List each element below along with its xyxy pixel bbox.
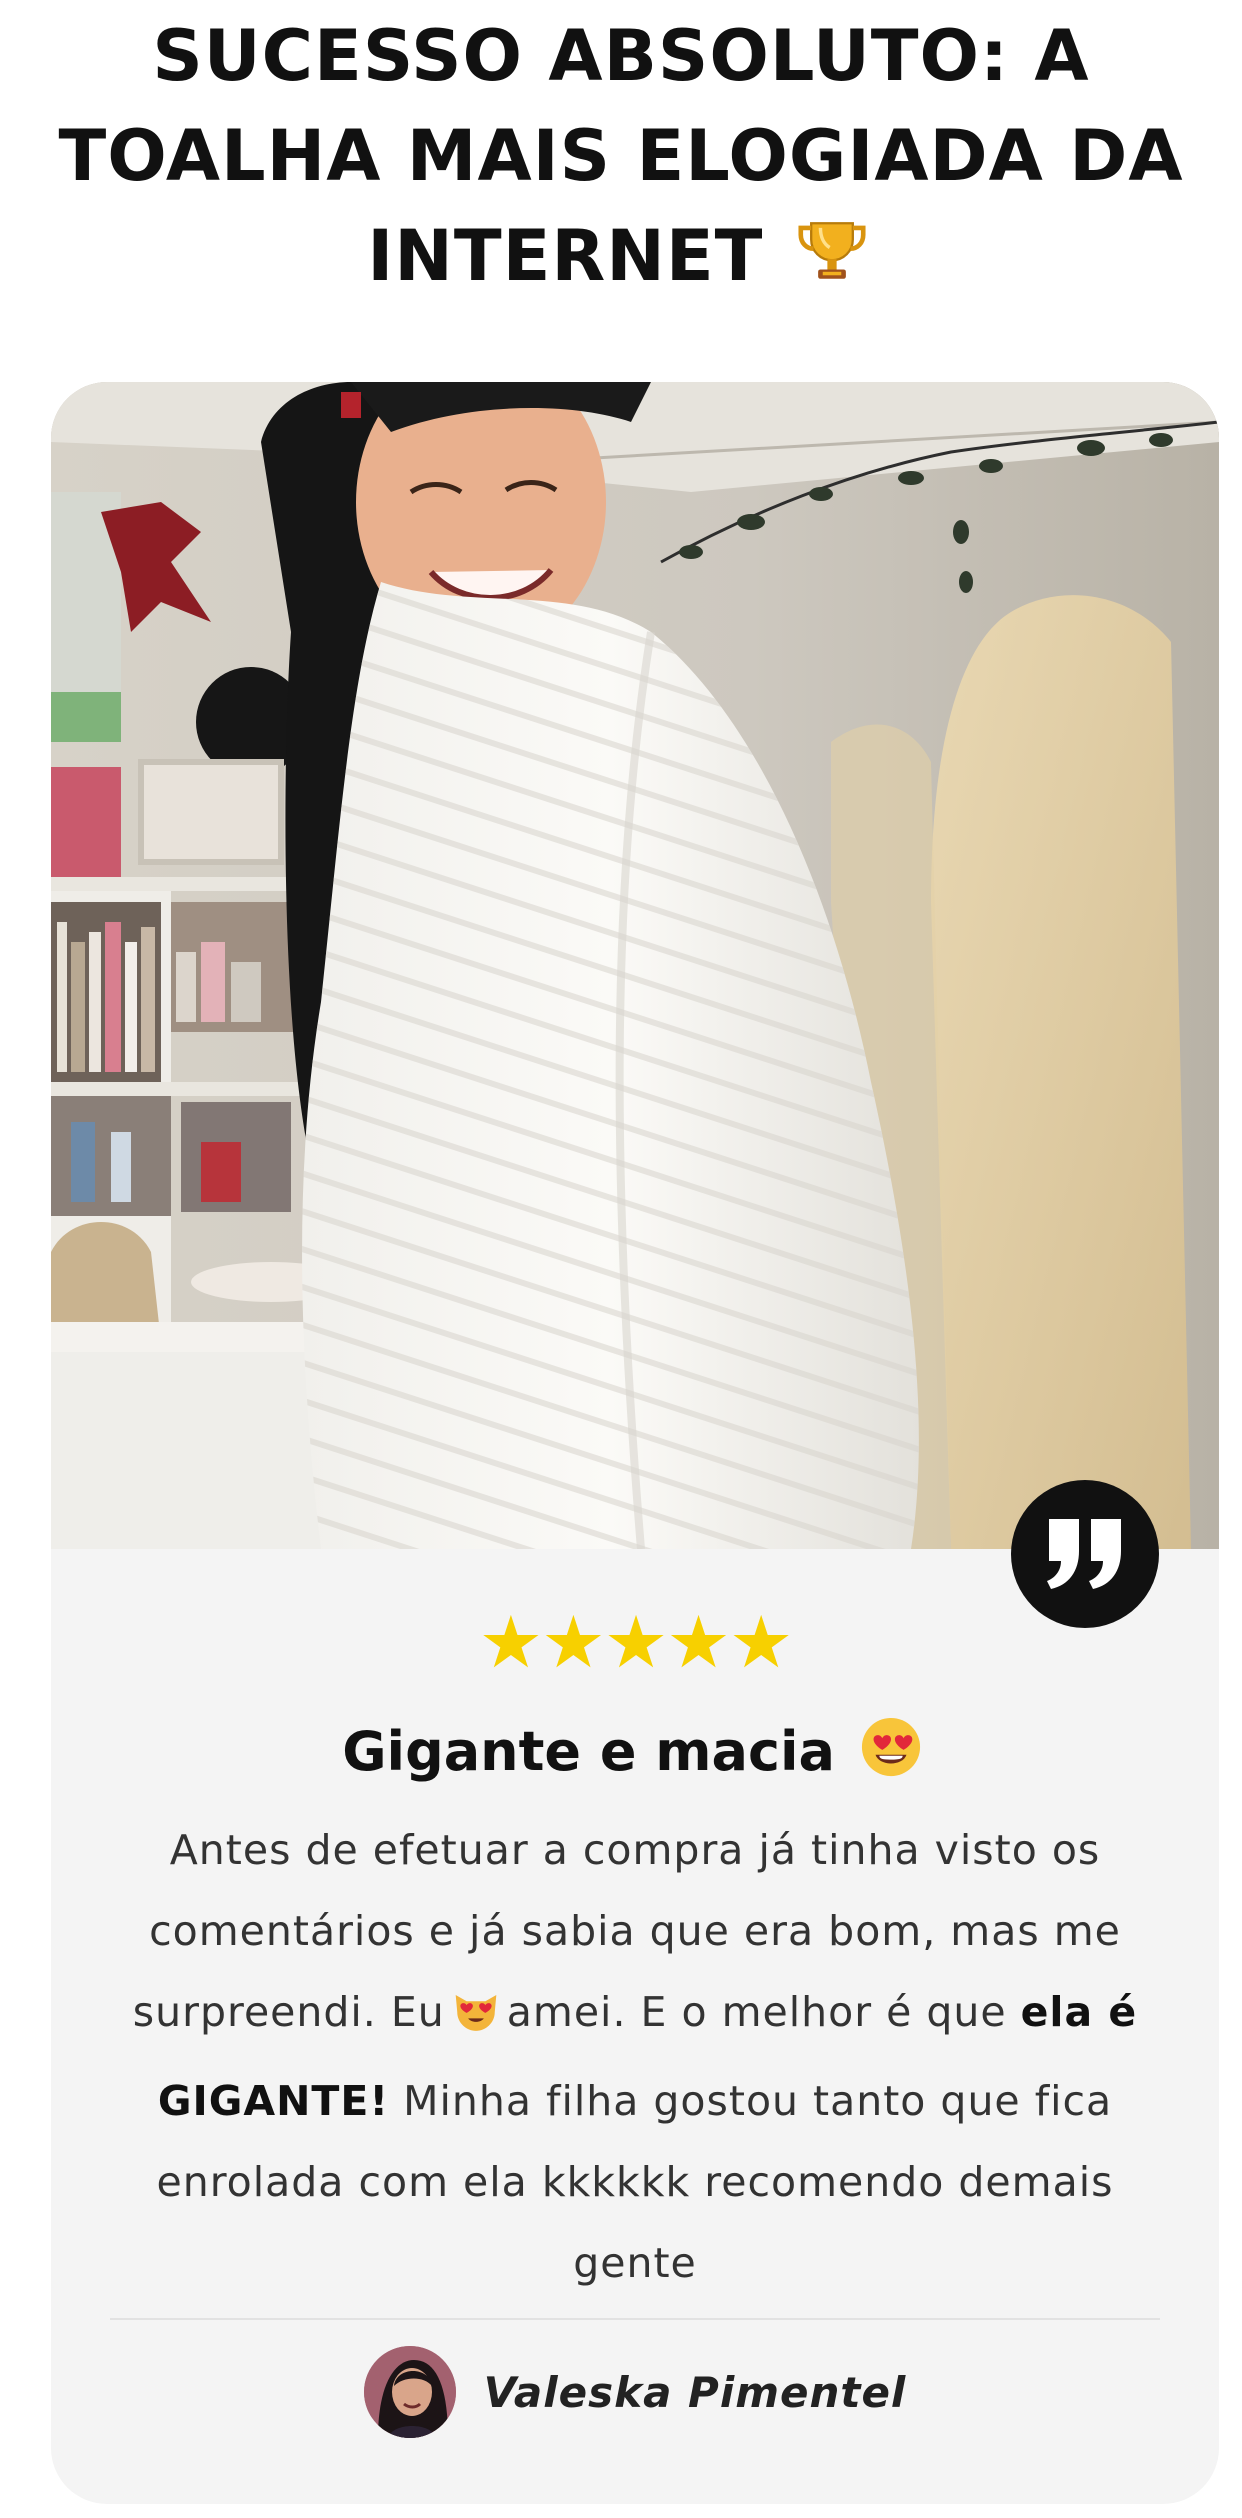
- review-title: Gigante e macia: [51, 1712, 1219, 1800]
- trophy-icon: [795, 214, 869, 314]
- star-rating: ★★★★★: [478, 1600, 794, 1684]
- review-text-part2: amei. E o melhor é que: [506, 1988, 1007, 2036]
- heart-eyes-face-icon: [860, 1716, 922, 1800]
- headline-text: SUCESSO ABSOLUTO: A TOALHA MAIS ELOGIADA…: [58, 15, 1184, 297]
- review-title-text: Gigante e macia: [342, 1720, 835, 1783]
- review-photo: [51, 382, 1219, 1549]
- author-avatar: [363, 2346, 456, 2438]
- author-name: Valeska Pimentel: [483, 2367, 907, 2417]
- page-headline: SUCESSO ABSOLUTO: A TOALHA MAIS ELOGIADA…: [40, 6, 1202, 314]
- heart-eyes-cat-icon: [451, 1980, 501, 2061]
- divider: [110, 2318, 1160, 2320]
- review-card: ★★★★★ Gigante e macia Antes de efetuar a…: [51, 382, 1219, 2504]
- review-author: Valeska Pimentel: [51, 2346, 1219, 2438]
- review-text: Antes de efetuar a compra já tinha visto…: [106, 1810, 1164, 2304]
